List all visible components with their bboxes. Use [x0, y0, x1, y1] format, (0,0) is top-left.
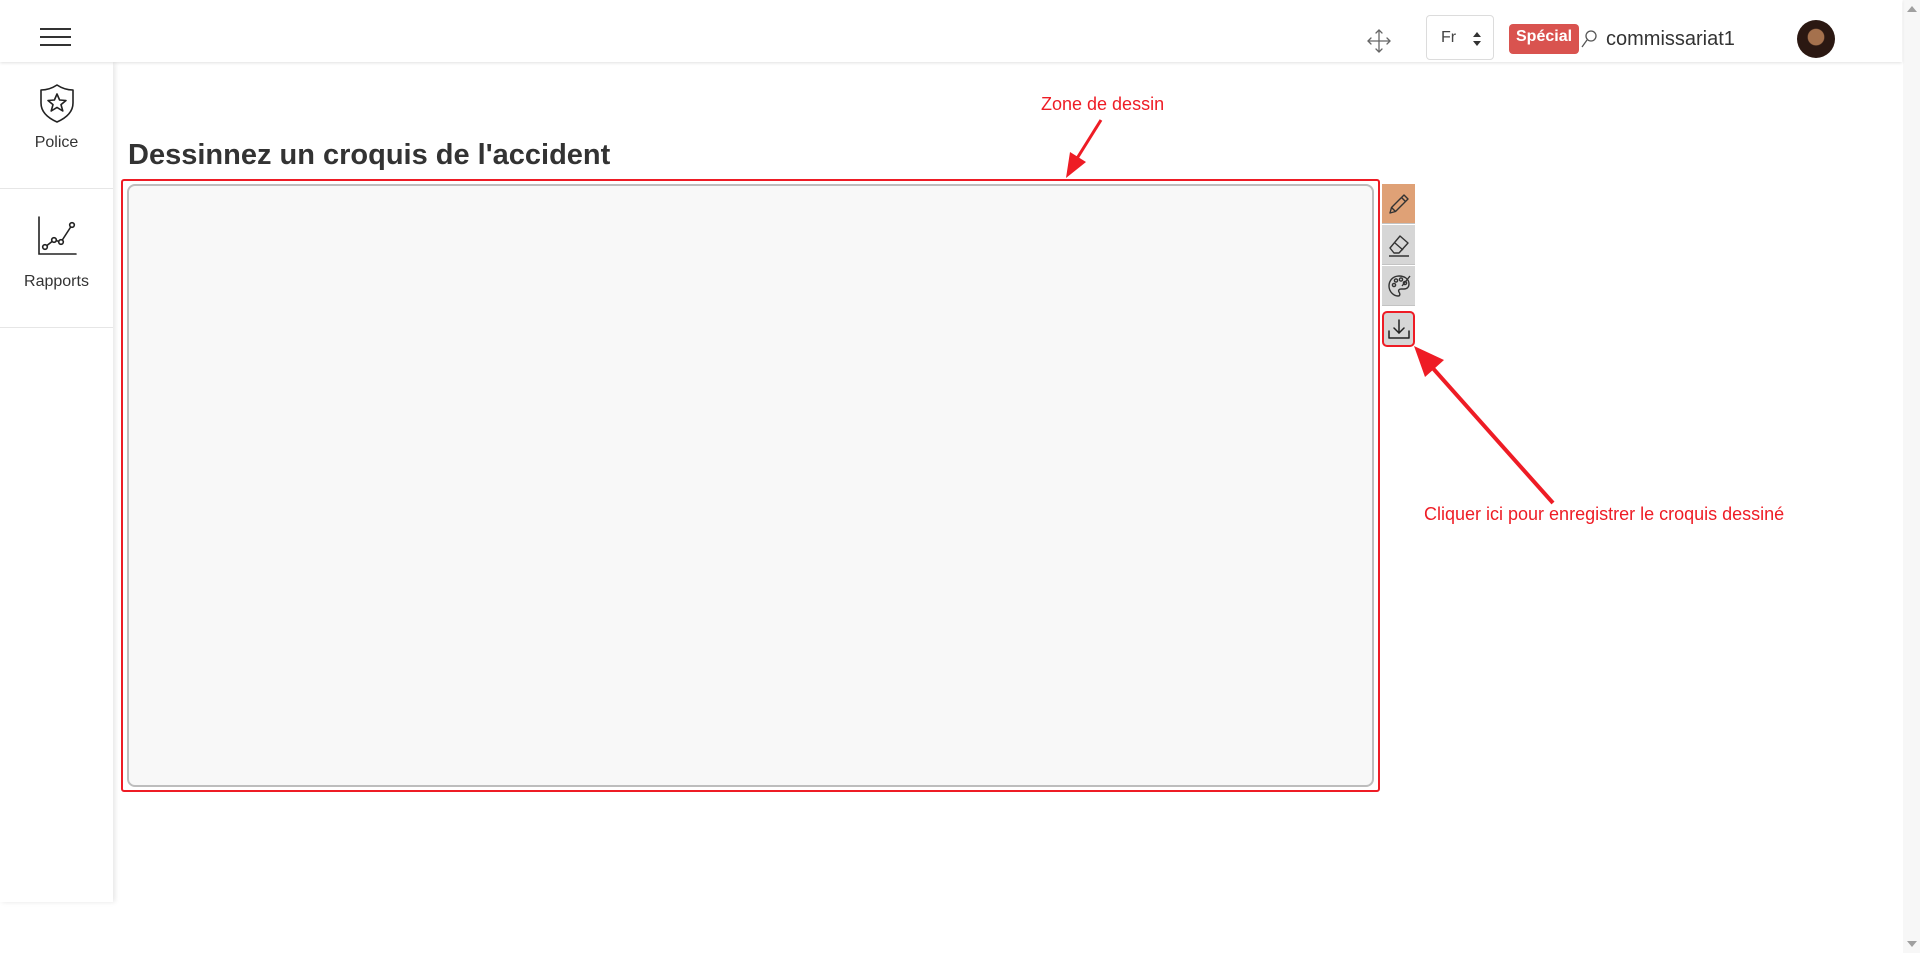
- sidebar: Police Rapports: [0, 62, 113, 902]
- username[interactable]: commissariat1: [1606, 28, 1735, 51]
- shield-star-icon: [40, 84, 74, 123]
- annotation-drawing-zone: Zone de dessin: [1041, 94, 1165, 114]
- pencil-tool-button[interactable]: [1382, 184, 1415, 224]
- annotation-save-hint: Cliquer ici pour enregistrer le croquis …: [1424, 504, 1785, 524]
- sidebar-item-label: Police: [34, 134, 79, 151]
- hamburger-menu-icon[interactable]: [40, 28, 71, 46]
- scroll-down-arrow-icon[interactable]: [1907, 941, 1917, 947]
- palette-icon: [1387, 274, 1411, 297]
- status-badge: Spécial: [1509, 24, 1580, 54]
- download-sketch-button[interactable]: [1382, 311, 1415, 347]
- line-chart-icon: [38, 216, 77, 255]
- page-scrollbar[interactable]: [1903, 0, 1920, 953]
- top-navbar: Fr Spécial commissariat1: [0, 0, 1902, 62]
- drawing-canvas[interactable]: [127, 184, 1374, 787]
- scroll-up-arrow-icon[interactable]: [1907, 6, 1917, 12]
- language-select-value: Fr: [1441, 29, 1457, 46]
- avatar[interactable]: [1797, 20, 1835, 58]
- annotation-arrow-save: [1414, 346, 1555, 505]
- annotation-arrow-zone: [1066, 119, 1103, 178]
- select-arrows-icon: [1473, 32, 1481, 46]
- drawing-zone-highlight: [121, 179, 1380, 792]
- user-icon: [1581, 30, 1597, 48]
- page-title: Dessinnez un croquis de l'accident: [128, 139, 611, 171]
- palette-tool-button[interactable]: [1382, 266, 1415, 306]
- eraser-tool-button[interactable]: [1382, 225, 1415, 265]
- move-arrows-icon[interactable]: [1366, 28, 1392, 54]
- language-select[interactable]: Fr: [1426, 15, 1494, 60]
- sidebar-item-rapports[interactable]: Rapports: [0, 189, 113, 328]
- sidebar-item-police[interactable]: Police: [0, 62, 113, 189]
- eraser-icon: [1388, 234, 1409, 257]
- pencil-icon: [1388, 193, 1409, 214]
- download-icon: [1387, 319, 1410, 339]
- sidebar-item-label: Rapports: [24, 273, 89, 290]
